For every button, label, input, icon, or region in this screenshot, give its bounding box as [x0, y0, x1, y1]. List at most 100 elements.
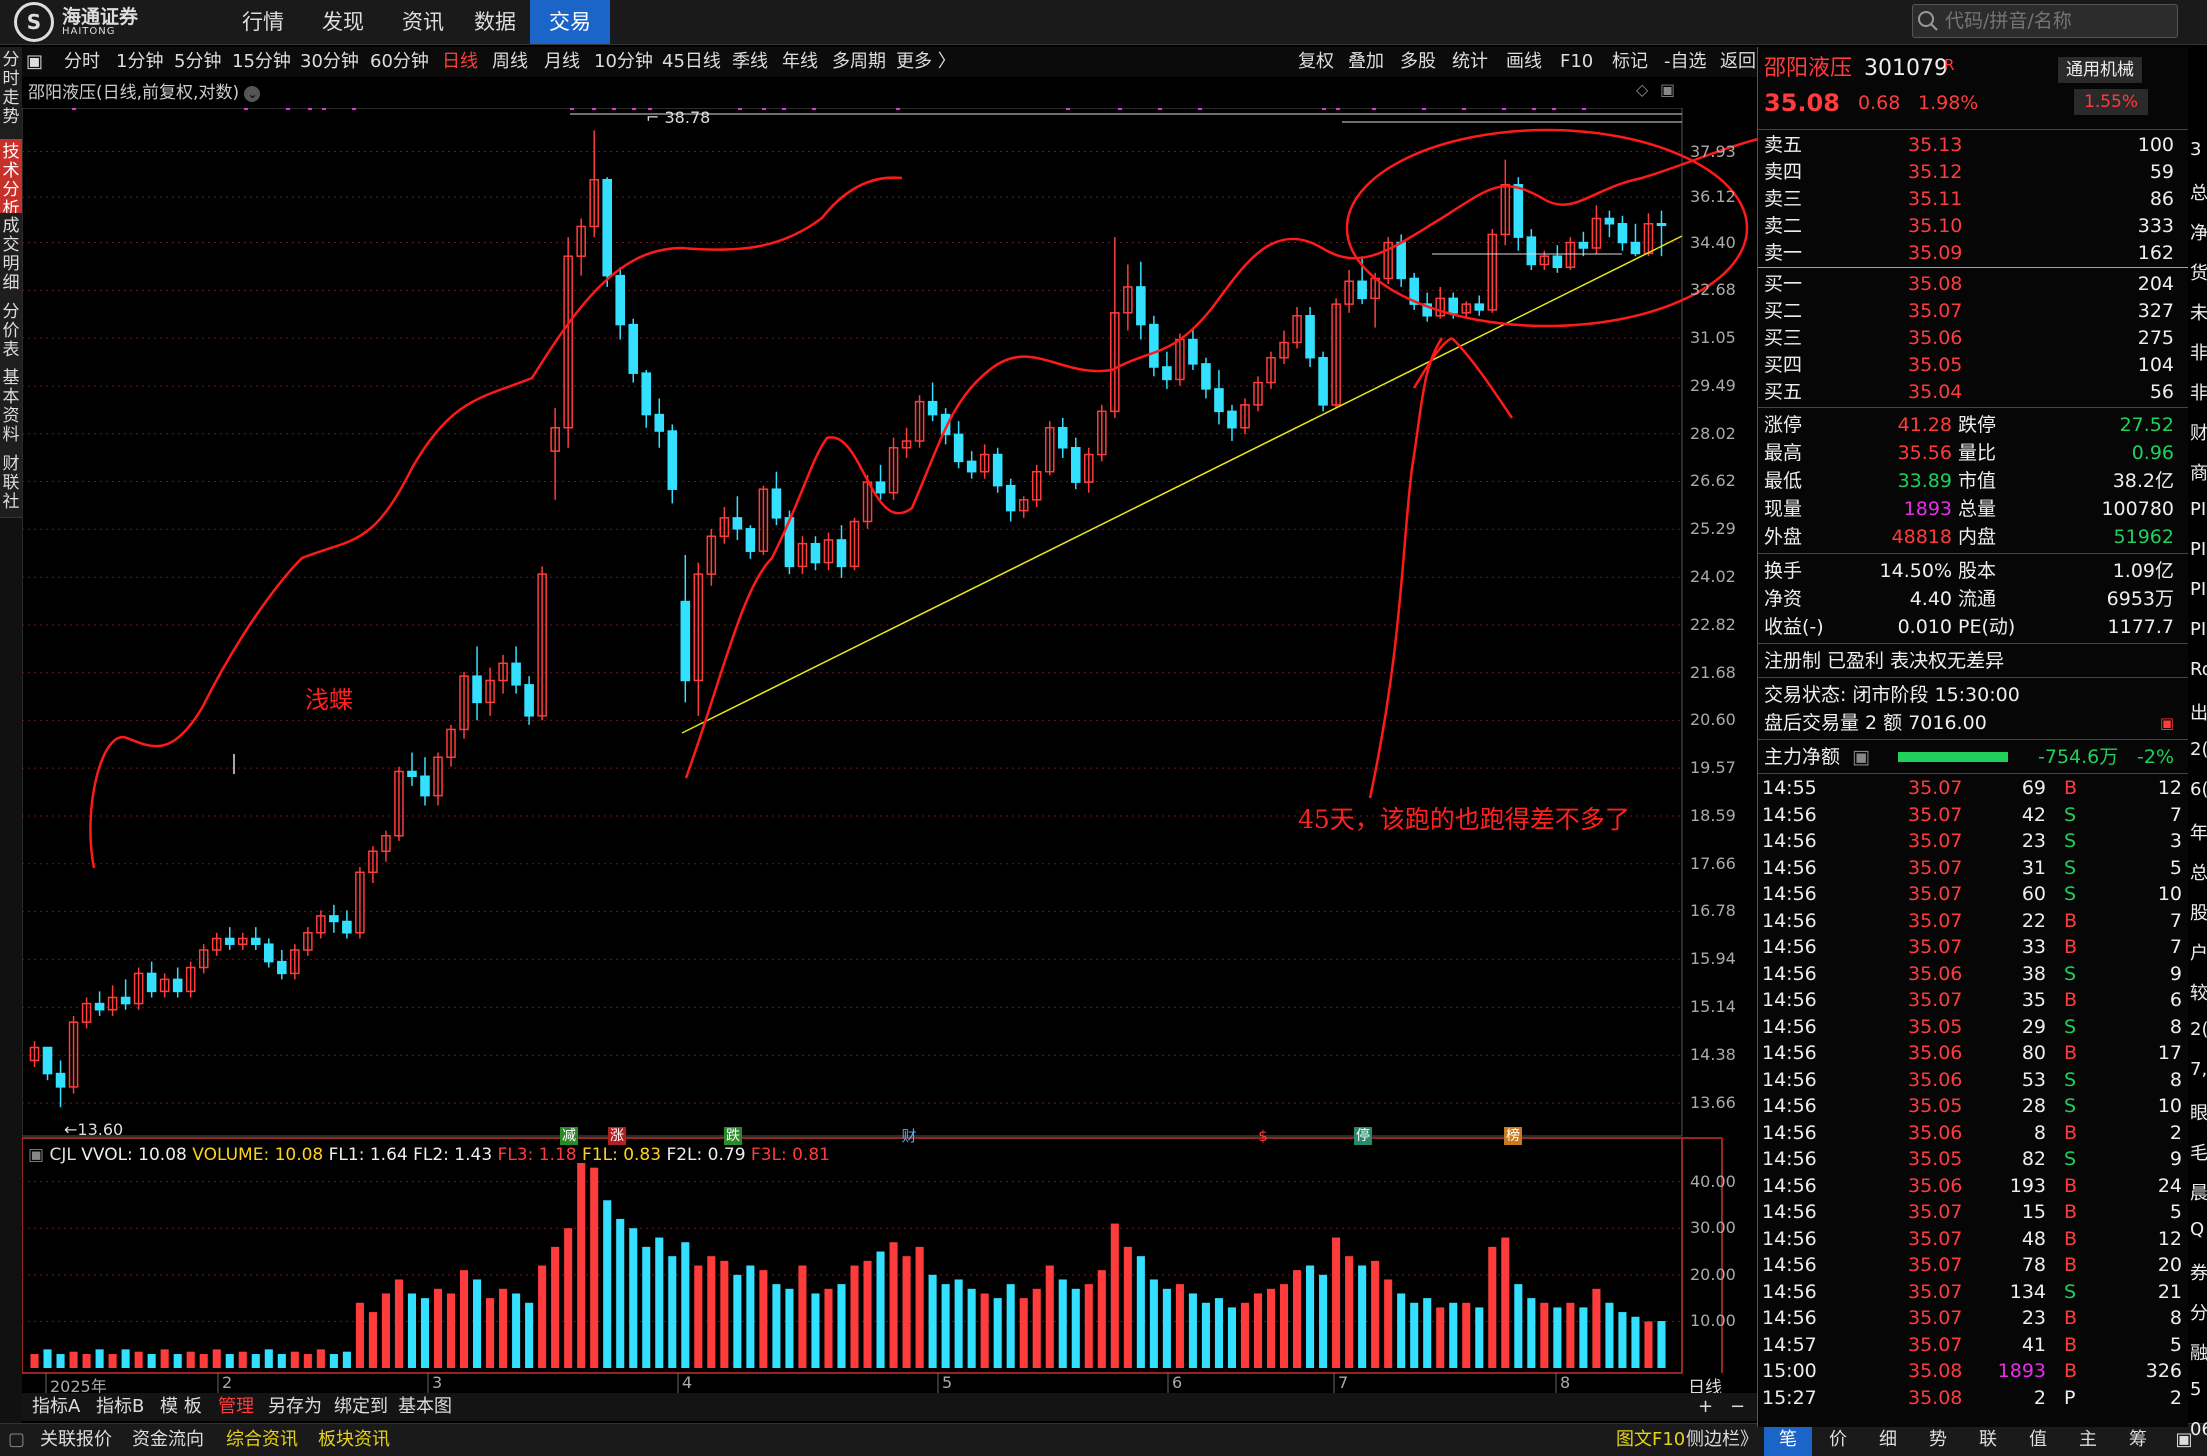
period-weekly[interactable]: 周线 [492, 47, 528, 77]
chart-title[interactable]: 邵阳液压(日线,前复权,对数) ⌄ [28, 78, 261, 103]
volume-bar [642, 1246, 651, 1368]
haitong-logo[interactable]: S 海通证券 HAITONG [14, 2, 138, 42]
toggle-panel-icon[interactable]: ▣ [26, 47, 43, 77]
f10-graphic-button[interactable]: 图文F10 [1616, 1424, 1685, 1456]
event-marker-fall[interactable]: 跌 [724, 1127, 742, 1145]
tick-row: 14:56 35.07 15 B 5 [1758, 1199, 2188, 1226]
tab-main[interactable]: 主 [2064, 1424, 2112, 1456]
period-1min[interactable]: 1分钟 [116, 47, 163, 77]
tab-cailianshe[interactable]: 财联社 [0, 451, 22, 518]
ask-row[interactable]: 卖四 35.12 59 [1758, 158, 2188, 186]
period-5min[interactable]: 5分钟 [174, 47, 221, 77]
zoom-out-icon[interactable]: − [1730, 1393, 1745, 1421]
sidebar-toggle-button[interactable]: 侧边栏》 [1686, 1424, 1758, 1456]
period-45day[interactable]: 45日线 [662, 47, 721, 77]
tab-price-table[interactable]: 分价表 [0, 299, 22, 366]
tool-restore-rights[interactable]: 复权 [1298, 47, 1334, 77]
ask-row[interactable]: 卖二 35.10 333 [1758, 212, 2188, 240]
tab-price[interactable]: 价 [1814, 1424, 1862, 1456]
tool-mark[interactable]: 标记 [1612, 47, 1648, 77]
search-box[interactable] [1912, 4, 2178, 38]
period-intraday[interactable]: 分时 [64, 47, 100, 77]
tick-count: 17 [2157, 1042, 2182, 1064]
period-30min[interactable]: 30分钟 [300, 47, 359, 77]
indicator-b-button[interactable]: 指标B [96, 1393, 144, 1421]
nav-quotes[interactable]: 行情 [228, 0, 298, 44]
tool-draw-line[interactable]: 画线 [1506, 47, 1542, 77]
tool-back[interactable]: 返回 [1720, 47, 1756, 77]
tab-basic-info[interactable]: 基本资料 [0, 365, 22, 452]
period-60min[interactable]: 60分钟 [370, 47, 429, 77]
template-button[interactable]: 模 板 [160, 1393, 202, 1421]
basic-chart-button[interactable]: 基本图 [398, 1393, 452, 1421]
related-quotes-button[interactable]: 关联报价 [40, 1424, 112, 1456]
nav-trade[interactable]: 交易 [530, 0, 610, 44]
search-input[interactable] [1943, 9, 2167, 33]
main-flow-icon[interactable]: ▣ [1852, 743, 1870, 771]
candle-body [1057, 426, 1068, 449]
bid-row[interactable]: 买一 35.08 204 [1758, 270, 2188, 298]
nav-discover[interactable]: 发现 [308, 0, 378, 44]
price-chart[interactable] [22, 108, 1757, 1393]
tool-overlay[interactable]: 叠加 [1348, 47, 1384, 77]
bid-row[interactable]: 买二 35.07 327 [1758, 297, 2188, 325]
zoom-in-icon[interactable]: + [1698, 1393, 1713, 1421]
square-icon[interactable]: ▢ [8, 1424, 25, 1456]
divider [1758, 677, 2188, 678]
tool-multi-stock[interactable]: 多股 [1400, 47, 1436, 77]
tool-statistics[interactable]: 统计 [1452, 47, 1488, 77]
ask-row[interactable]: 卖一 35.09 162 [1758, 239, 2188, 267]
tab-technical-analysis[interactable]: 技术分析 [0, 139, 22, 219]
indicator-a-button[interactable]: 指标A [32, 1393, 80, 1421]
event-marker-dollar[interactable]: $ [1254, 1127, 1272, 1145]
period-daily[interactable]: 日线 [442, 47, 478, 77]
tab-linked[interactable]: 联 [1964, 1424, 2012, 1456]
tab-trade-detail[interactable]: 成交明细 [0, 213, 22, 300]
tool-f10[interactable]: F10 [1560, 47, 1593, 77]
bid-row[interactable]: 买三 35.06 275 [1758, 324, 2188, 352]
sector-label[interactable]: 通用机械 [2058, 57, 2142, 83]
nav-news[interactable]: 资讯 [388, 0, 458, 44]
event-marker-halt[interactable]: 停 [1354, 1127, 1372, 1145]
window-icon[interactable]: ▣ [1660, 80, 1675, 99]
event-marker-reduce[interactable]: 减 [560, 1127, 578, 1145]
trend-line[interactable] [681, 235, 1683, 734]
event-marker-finance[interactable]: 财 [900, 1127, 918, 1145]
comprehensive-news-button[interactable]: 综合资讯 [226, 1424, 298, 1456]
settings-square-icon[interactable]: ▣ [28, 1145, 44, 1165]
period-15min[interactable]: 15分钟 [232, 47, 291, 77]
chevron-down-icon[interactable]: ⌄ [244, 86, 261, 102]
save-as-button[interactable]: 另存为 [268, 1393, 322, 1421]
tab-trend[interactable]: 势 [1914, 1424, 1962, 1456]
period-more[interactable]: 更多 〉 [896, 47, 956, 77]
period-quarterly[interactable]: 季线 [732, 47, 768, 77]
tool-remove-watchlist[interactable]: -自选 [1664, 47, 1707, 77]
ask-row[interactable]: 卖三 35.11 86 [1758, 185, 2188, 213]
bind-to-button[interactable]: 绑定到 [334, 1393, 388, 1421]
period-yearly[interactable]: 年线 [782, 47, 818, 77]
volume-bar [1514, 1284, 1523, 1368]
diamond-icon[interactable]: ◇ [1636, 80, 1648, 99]
tab-intraday[interactable]: 分时走势 [0, 47, 22, 140]
tab-detail[interactable]: 细 [1864, 1424, 1912, 1456]
tab-chips[interactable]: 筹 [2114, 1424, 2162, 1456]
bid-row[interactable]: 买四 35.05 104 [1758, 351, 2188, 379]
sector-news-button[interactable]: 板块资讯 [318, 1424, 390, 1456]
event-marker-rise[interactable]: 涨 [608, 1127, 626, 1145]
bid-row[interactable]: 买五 35.04 56 [1758, 378, 2188, 406]
price-change: 0.68 [1858, 92, 1901, 114]
main-flow-row[interactable]: 主力净额 ▣ -754.6万 -2% [1758, 743, 2188, 771]
tab-value[interactable]: 值 [2014, 1424, 2062, 1456]
volume-indicator-info[interactable]: ▣ CJL VVOL: 10.08 VOLUME: 10.08 FL1: 1.6… [28, 1145, 830, 1165]
event-marker-rank[interactable]: 榜 [1504, 1127, 1522, 1145]
ask-row[interactable]: 卖五 35.13 100 [1758, 131, 2188, 159]
after-hours-icon[interactable]: ▣ [2160, 709, 2174, 737]
tab-ticks[interactable]: 笔 [1764, 1424, 1812, 1456]
manage-button[interactable]: 管理 [218, 1393, 254, 1421]
period-10min[interactable]: 10分钟 [594, 47, 653, 77]
volume-bar [1449, 1302, 1458, 1368]
period-monthly[interactable]: 月线 [544, 47, 580, 77]
nav-data[interactable]: 数据 [460, 0, 530, 44]
fund-flow-button[interactable]: 资金流向 [132, 1424, 204, 1456]
period-multi[interactable]: 多周期 [832, 47, 886, 77]
